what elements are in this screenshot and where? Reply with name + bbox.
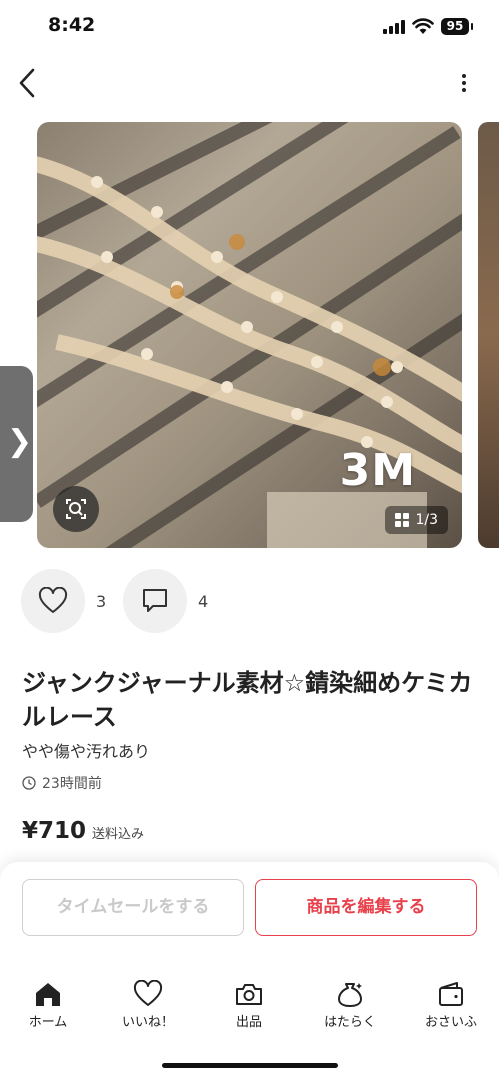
tab-label: 出品	[235, 1015, 262, 1030]
heart-icon	[38, 587, 68, 613]
signal-icon	[383, 20, 407, 34]
time-sale-button[interactable]: タイムセールをする	[22, 879, 244, 936]
next-photo-preview[interactable]	[478, 122, 499, 548]
tab-home[interactable]: ホーム	[8, 976, 88, 1036]
comment-button[interactable]	[123, 569, 187, 633]
shipping-label: 送料込み	[92, 827, 145, 842]
tab-label: いいね！	[121, 1015, 174, 1030]
grid-icon	[395, 513, 410, 527]
status-time: 8:42	[48, 14, 96, 36]
tab-likes[interactable]: いいね！	[108, 976, 188, 1036]
tab-sell[interactable]: 出品	[209, 976, 289, 1036]
like-count: 3	[96, 592, 107, 611]
bottom-tab-bar: ホーム いいね！ 出品 はたらく おさいふ	[0, 976, 499, 1036]
item-condition: やや傷や汚れあり	[22, 742, 151, 761]
back-icon[interactable]	[14, 66, 42, 100]
scan-icon	[66, 499, 86, 519]
comment-count: 4	[198, 592, 209, 611]
edit-item-button[interactable]: 商品を編集する	[255, 879, 477, 936]
price-block: ¥710 送料込み	[22, 818, 144, 844]
posted-time: 23時間前	[22, 773, 102, 793]
comment-icon	[143, 589, 167, 612]
tab-work[interactable]: はたらく	[310, 976, 390, 1036]
money-bag-icon	[338, 983, 362, 1007]
photo-counter: 1/3	[385, 506, 448, 534]
product-photo[interactable]: 3M 1/3	[37, 122, 462, 548]
tab-label: ホーム	[28, 1015, 68, 1030]
wifi-icon	[412, 18, 434, 34]
home-indicator	[162, 1063, 338, 1068]
photo-overlay-text: 3M	[339, 445, 416, 496]
tab-label: おさいふ	[424, 1015, 477, 1030]
item-price: ¥710	[22, 818, 87, 844]
chevron-right-icon: ❯	[7, 424, 33, 459]
side-drawer-handle[interactable]: ❯	[0, 366, 33, 522]
tab-label: はたらく	[324, 1015, 376, 1030]
photo-counter-text: 1/3	[415, 512, 438, 528]
lens-search-button[interactable]	[53, 486, 99, 532]
clock-icon	[22, 776, 36, 790]
home-icon	[36, 983, 60, 1006]
camera-icon	[236, 984, 262, 1005]
tab-wallet[interactable]: おさいふ	[411, 976, 491, 1036]
more-options-icon[interactable]	[452, 70, 476, 96]
item-title: ジャンクジャーナル素材☆錆染細めケミカルレース	[22, 669, 473, 731]
like-button[interactable]	[21, 569, 85, 633]
posted-time-text: 23時間前	[42, 776, 102, 792]
status-bar: 8:42 95	[0, 0, 499, 56]
battery-icon: 95	[441, 18, 473, 35]
heart-icon	[133, 980, 163, 1006]
wallet-icon	[439, 982, 463, 1006]
